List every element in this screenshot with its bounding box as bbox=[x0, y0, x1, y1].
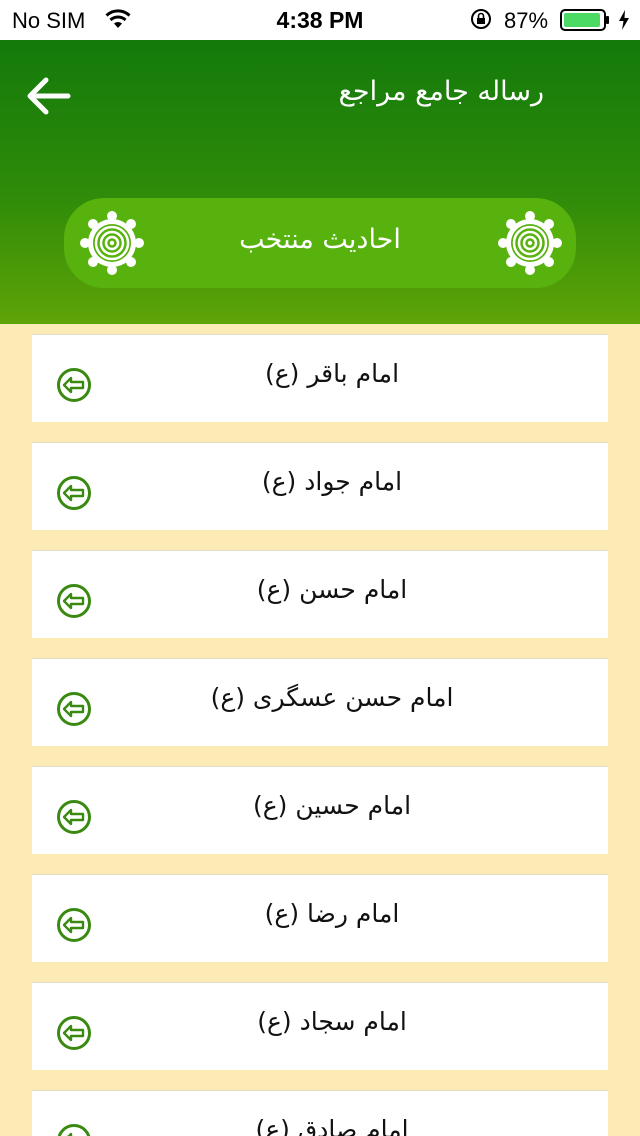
list-item[interactable]: امام باقر (ع) bbox=[32, 334, 608, 422]
circle-arrow-left-icon bbox=[57, 368, 91, 402]
battery-percentage: 87% bbox=[504, 8, 549, 33]
ornament-icon bbox=[498, 211, 562, 275]
list-item[interactable]: امام جواد (ع) bbox=[32, 442, 608, 530]
battery-icon bbox=[560, 9, 609, 31]
rotation-lock-icon bbox=[471, 9, 491, 29]
circle-arrow-left-icon bbox=[57, 908, 91, 942]
back-arrow-icon[interactable] bbox=[22, 72, 74, 120]
page-title: رساله جامع مراجع bbox=[338, 76, 544, 107]
list-item-label: امام حسن عسگری (ع) bbox=[210, 683, 454, 712]
circle-arrow-left-icon bbox=[57, 692, 91, 726]
list-item-label: امام رضا (ع) bbox=[264, 899, 400, 928]
list-item[interactable]: امام سجاد (ع) bbox=[32, 982, 608, 1070]
list-item-label: امام سجاد (ع) bbox=[257, 1007, 407, 1036]
list-item-label: امام حسین (ع) bbox=[252, 791, 412, 820]
list-item[interactable]: امام رضا (ع) bbox=[32, 874, 608, 962]
circle-arrow-left-icon bbox=[57, 800, 91, 834]
circle-arrow-left-icon bbox=[57, 1124, 91, 1136]
list-item-label: امام باقر (ع) bbox=[264, 359, 400, 388]
section-banner: احادیث منتخب bbox=[64, 198, 576, 288]
status-bar: No SIM 4:38 PM 87% bbox=[0, 0, 640, 40]
list-item-label: امام صادق (ع) bbox=[255, 1115, 409, 1136]
list-item[interactable]: امام حسن (ع) bbox=[32, 550, 608, 638]
charging-bolt-icon bbox=[619, 10, 629, 30]
circle-arrow-left-icon bbox=[57, 584, 91, 618]
circle-arrow-left-icon bbox=[57, 476, 91, 510]
header: رساله جامع مراجع احادیث منتخب bbox=[0, 40, 640, 324]
list-item[interactable]: امام حسین (ع) bbox=[32, 766, 608, 854]
list-item[interactable]: امام صادق (ع) bbox=[32, 1090, 608, 1136]
list-item-label: امام جواد (ع) bbox=[261, 467, 403, 496]
list-item[interactable]: امام حسن عسگری (ع) bbox=[32, 658, 608, 746]
list-item-label: امام حسن (ع) bbox=[256, 575, 408, 604]
circle-arrow-left-icon bbox=[57, 1016, 91, 1050]
